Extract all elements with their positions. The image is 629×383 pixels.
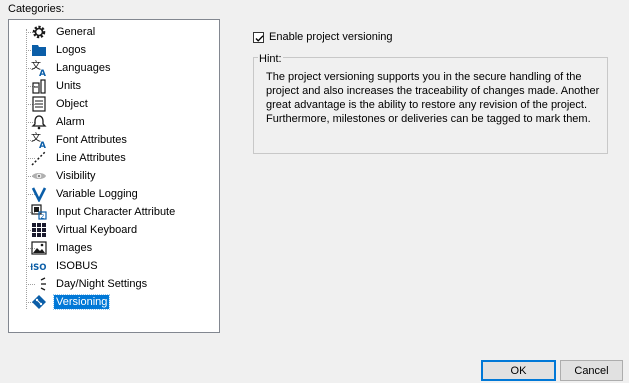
tree-item-label: Virtual Keyboard — [56, 224, 138, 236]
image-icon — [31, 240, 47, 256]
tree-item-label: Input Character Attribute — [56, 206, 176, 218]
keyboard-icon — [31, 222, 47, 238]
categories-tree[interactable]: General Logos 文A Languages Units Object — [8, 19, 220, 333]
tree-item-line-attributes[interactable]: Line Attributes — [9, 149, 209, 167]
enable-versioning-row[interactable]: Enable project versioning — [253, 31, 393, 43]
tree-item-object[interactable]: Object — [9, 95, 209, 113]
tree-item-virtual-keyboard[interactable]: Virtual Keyboard — [9, 221, 209, 239]
line-attributes-icon — [31, 150, 47, 166]
units-icon — [31, 78, 47, 94]
tree-item-label: Versioning — [52, 294, 111, 310]
tree-item-visibility[interactable]: Visibility — [9, 167, 209, 185]
tree-item-versioning[interactable]: Versioning — [9, 293, 209, 311]
tree-item-label: Line Attributes — [56, 152, 126, 164]
tree-item-label: Day/Night Settings — [56, 278, 148, 290]
enable-versioning-checkbox[interactable] — [253, 31, 264, 43]
hint-group: Hint: The project versioning supports yo… — [253, 53, 608, 154]
ok-button[interactable]: OK — [481, 360, 556, 381]
tree-item-label: Object — [56, 98, 88, 110]
tree-item-alarm[interactable]: Alarm — [9, 113, 209, 131]
tree-item-label: Alarm — [56, 116, 85, 128]
svg-text:A: A — [39, 141, 46, 148]
tree-item-images[interactable]: Images — [9, 239, 209, 257]
tree-item-variable-logging[interactable]: Variable Logging — [9, 185, 209, 203]
tree-item-label: Logos — [56, 44, 86, 56]
eye-icon — [31, 168, 47, 184]
hint-text: The project versioning supports you in t… — [266, 71, 600, 125]
tree-item-label: Units — [56, 80, 82, 92]
tree-item-day-night-settings[interactable]: Day/Night Settings — [9, 275, 209, 293]
tree-item-label: General — [56, 26, 96, 38]
tree-item-label: Variable Logging — [56, 188, 138, 200]
tree-item-font-attributes[interactable]: 文A Font Attributes — [9, 131, 209, 149]
hint-title: Hint: — [258, 53, 283, 65]
language-icon: 文A — [31, 60, 47, 76]
tree-item-label: Languages — [56, 62, 111, 74]
input-character-icon: 2 — [31, 204, 47, 220]
tree-item-label: Font Attributes — [56, 134, 127, 146]
object-icon — [31, 96, 47, 112]
tree-item-general[interactable]: General — [9, 23, 209, 41]
font-attributes-icon: 文A — [31, 132, 47, 148]
tree-item-label: ISOBUS — [56, 260, 98, 272]
tree-item-input-character-attribute[interactable]: 2 Input Character Attribute — [9, 203, 209, 221]
bell-icon — [31, 114, 47, 130]
svg-text:ISO: ISO — [31, 263, 47, 273]
enable-versioning-label[interactable]: Enable project versioning — [269, 31, 393, 43]
tree-item-isobus[interactable]: ISO ISOBUS — [9, 257, 209, 275]
tree-item-label: Images — [56, 242, 93, 254]
svg-text:A: A — [39, 69, 46, 76]
folder-icon — [31, 42, 47, 58]
tree-item-label: Visibility — [56, 170, 96, 182]
svg-text:2: 2 — [41, 214, 45, 221]
gear-icon — [31, 24, 47, 40]
tree-item-languages[interactable]: 文A Languages — [9, 59, 209, 77]
isobus-icon: ISO — [31, 258, 47, 274]
tree-item-logos[interactable]: Logos — [9, 41, 209, 59]
tree-item-units[interactable]: Units — [9, 77, 209, 95]
categories-label: Categories: — [8, 3, 65, 15]
versioning-icon — [31, 294, 47, 310]
cancel-button[interactable]: Cancel — [560, 360, 623, 381]
variable-logging-icon — [31, 186, 47, 202]
day-night-icon — [31, 276, 47, 292]
